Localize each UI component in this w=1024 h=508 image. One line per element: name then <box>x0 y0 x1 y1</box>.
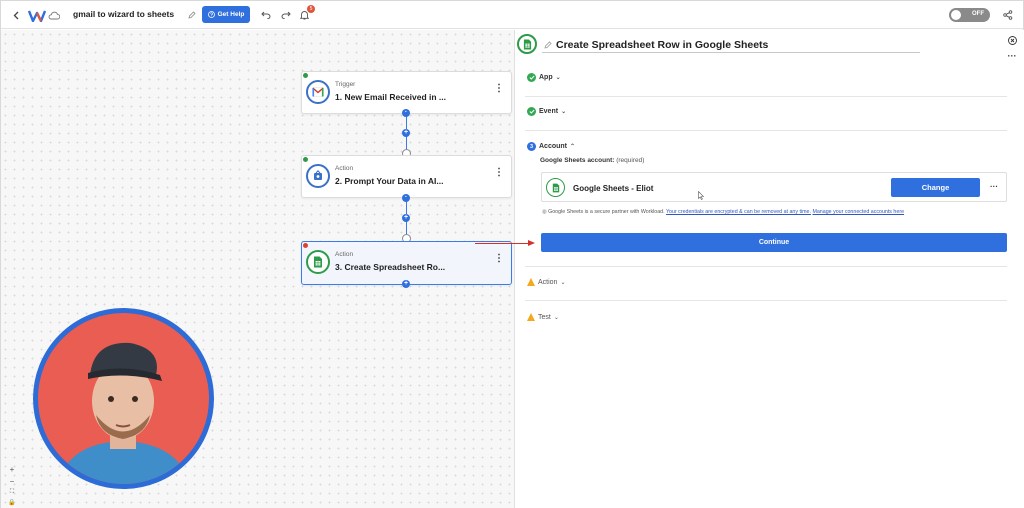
section-divider <box>525 266 1007 267</box>
account-more-button[interactable]: ··· <box>990 182 998 191</box>
annotation-arrow-head <box>528 240 535 246</box>
zoom-controls: + − ⛶ 🔒 <box>7 465 17 506</box>
step-status-dot <box>303 157 308 162</box>
google-sheets-icon <box>546 178 565 197</box>
chevron-left-icon[interactable] <box>12 10 20 20</box>
more-vertical-icon[interactable]: ⋮ <box>494 84 504 94</box>
zoom-out-button[interactable]: − <box>10 477 15 486</box>
mouse-cursor-icon <box>697 190 705 200</box>
section-app-label: App <box>539 74 553 81</box>
workflow-step-3[interactable]: Action 3. Create Spreadsheet Ro... ⋮ <box>301 241 512 285</box>
share-icon[interactable] <box>1002 9 1013 20</box>
ai-wizard-icon <box>306 164 330 188</box>
chevron-down-icon: ⌄ <box>555 75 561 81</box>
chevron-down-icon: ⌄ <box>553 314 559 321</box>
close-icon[interactable] <box>1007 35 1017 45</box>
fit-view-button[interactable]: ⛶ <box>10 489 14 496</box>
add-step-button[interactable]: + <box>402 280 410 288</box>
zap-on-off-toggle[interactable]: OFF <box>949 8 990 22</box>
check-circle-icon <box>527 73 536 82</box>
app-window: gmail to wizard to sheets Get Help 5 OFF <box>0 0 1024 508</box>
annotation-arrow-line <box>475 243 529 244</box>
warning-icon <box>527 278 535 286</box>
step-status-dot <box>303 73 308 78</box>
step-number-badge: 3 <box>527 142 536 151</box>
connector-handle[interactable]: · <box>402 194 410 202</box>
account-field-label: Google Sheets account: (required) <box>540 157 644 164</box>
step-title: 1. New Email Received in ... <box>335 92 447 102</box>
change-account-button[interactable]: Change <box>891 178 980 197</box>
section-app[interactable]: App ⌄ <box>527 73 561 82</box>
title-underline <box>542 52 920 53</box>
section-divider <box>525 130 1007 131</box>
pencil-icon[interactable] <box>187 10 196 19</box>
section-divider <box>525 300 1007 301</box>
chevron-down-icon: ⌄ <box>561 109 567 115</box>
check-circle-icon <box>527 107 536 116</box>
step-kind: Action <box>335 165 354 172</box>
section-divider <box>525 96 1007 97</box>
step-title: 3. Create Spreadsheet Ro... <box>335 262 446 272</box>
section-event[interactable]: Event ⌄ <box>527 107 566 116</box>
lock-button[interactable]: 🔒 <box>8 499 15 506</box>
zoom-in-button[interactable]: + <box>10 465 15 474</box>
get-help-label: Get Help <box>217 11 245 18</box>
google-sheets-icon <box>306 250 330 274</box>
partner-notice: ◍ Google Sheets is a secure partner with… <box>542 209 904 215</box>
warning-icon <box>527 313 535 321</box>
top-bar: gmail to wizard to sheets Get Help 5 OFF <box>1 1 1023 29</box>
section-account[interactable]: 3 Account ⌃ <box>527 142 575 151</box>
add-step-button[interactable]: + <box>402 214 410 222</box>
pencil-icon[interactable] <box>543 40 552 49</box>
connector-handle[interactable]: · <box>402 109 410 117</box>
section-test-label: Test <box>538 313 551 321</box>
cloud-icon <box>48 9 60 21</box>
account-label-text: Google Sheets account: <box>540 157 615 164</box>
step-config-panel: Create Spreadsheet Row in Google Sheets … <box>515 30 1024 508</box>
google-sheets-icon <box>517 34 537 54</box>
undo-icon[interactable] <box>260 9 271 20</box>
account-name: Google Sheets - Eliot <box>573 184 654 193</box>
toggle-knob <box>951 10 961 20</box>
section-action-label: Action <box>538 278 558 286</box>
required-indicator: (required) <box>616 157 645 164</box>
step-title: 2. Prompt Your Data in AI... <box>335 176 444 186</box>
section-account-label: Account <box>539 143 567 150</box>
credentials-link[interactable]: Your credentials are encrypted & can be … <box>666 209 811 215</box>
manage-accounts-link[interactable]: Manage your connected accounts here <box>812 209 904 215</box>
toggle-label: OFF <box>972 11 984 17</box>
workload-logo-icon[interactable] <box>28 8 46 22</box>
panel-title[interactable]: Create Spreadsheet Row in Google Sheets <box>556 39 768 51</box>
chevron-up-icon: ⌃ <box>570 144 576 150</box>
connected-account-card: Google Sheets - Eliot Change ··· <box>541 172 1007 202</box>
get-help-button[interactable]: Get Help <box>202 6 250 23</box>
section-test[interactable]: Test ⌄ <box>527 313 559 321</box>
section-action[interactable]: Action ⌄ <box>527 278 566 286</box>
chevron-down-icon: ⌄ <box>560 279 566 286</box>
workflow-step-1[interactable]: Trigger 1. New Email Received in ... ⋮ <box>301 71 512 114</box>
more-vertical-icon[interactable]: ⋮ <box>494 254 504 264</box>
shield-icon: ◍ <box>542 209 547 215</box>
zap-title[interactable]: gmail to wizard to sheets <box>73 9 174 19</box>
continue-button[interactable]: Continue <box>541 233 1007 252</box>
partner-text: Google Sheets is a secure partner with W… <box>548 209 665 215</box>
add-step-button[interactable]: + <box>402 129 410 137</box>
gmail-icon <box>306 80 330 104</box>
redo-icon[interactable] <box>280 9 291 20</box>
more-vertical-icon[interactable]: ⋮ <box>494 168 504 178</box>
help-circle-icon <box>207 11 215 18</box>
step-kind: Trigger <box>335 81 356 88</box>
step-kind: Action <box>335 251 354 258</box>
workflow-step-2[interactable]: Action 2. Prompt Your Data in AI... ⋮ <box>301 155 512 198</box>
step-status-dot <box>303 243 308 248</box>
notification-badge: 5 <box>307 5 315 13</box>
presenter-webcam-avatar <box>33 308 214 489</box>
more-horizontal-icon[interactable]: ··· <box>1006 51 1018 61</box>
section-event-label: Event <box>539 108 559 115</box>
